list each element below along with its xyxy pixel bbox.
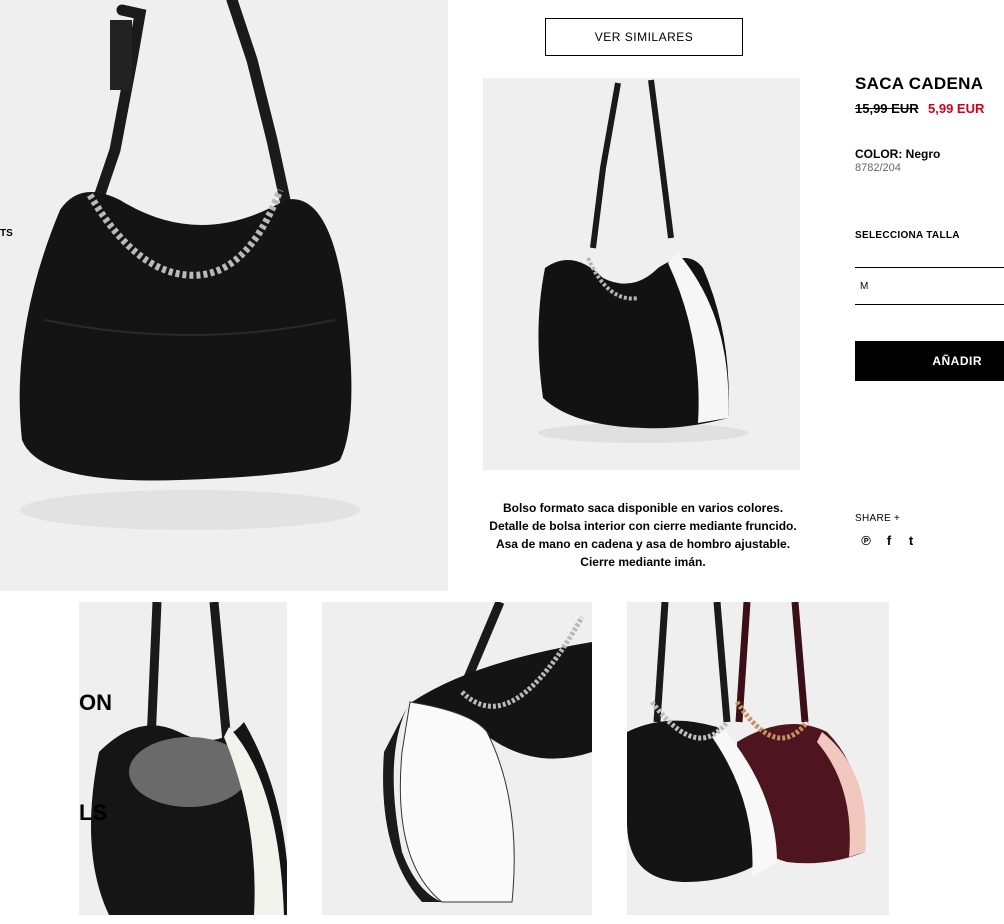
- side-text-fragment-2: ON: [79, 690, 112, 715]
- main-product-image[interactable]: [0, 0, 448, 591]
- facebook-icon[interactable]: f: [882, 533, 896, 548]
- size-divider-bottom: [855, 304, 1004, 305]
- product-description: Bolso formato saca disponible en varios …: [489, 501, 797, 569]
- pinterest-icon[interactable]: ℗: [859, 533, 873, 548]
- gallery-image-3[interactable]: [627, 602, 889, 915]
- gallery-image-1[interactable]: [79, 602, 287, 915]
- gallery-image-2[interactable]: [322, 602, 592, 915]
- secondary-product-image[interactable]: [483, 78, 800, 470]
- product-title: SACA CADENA: [855, 74, 984, 93]
- see-similar-button[interactable]: VER SIMILARES: [545, 18, 743, 56]
- price-old: 15,99 EUR: [855, 101, 919, 116]
- add-to-cart-button[interactable]: AÑADIR: [855, 341, 1004, 381]
- price-sale: 5,99 EUR: [928, 101, 985, 116]
- twitter-icon[interactable]: t: [904, 533, 918, 548]
- color-label: COLOR: Negro: [855, 147, 941, 161]
- side-text-fragment-1: TS: [0, 228, 13, 239]
- size-option-m[interactable]: M: [855, 268, 1004, 305]
- size-select-label: SELECCIONA TALLA: [855, 230, 960, 241]
- share-toggle[interactable]: SHARE +: [855, 513, 900, 524]
- reference-code: 8782/204: [855, 162, 901, 174]
- side-text-fragment-3: LS: [79, 800, 108, 825]
